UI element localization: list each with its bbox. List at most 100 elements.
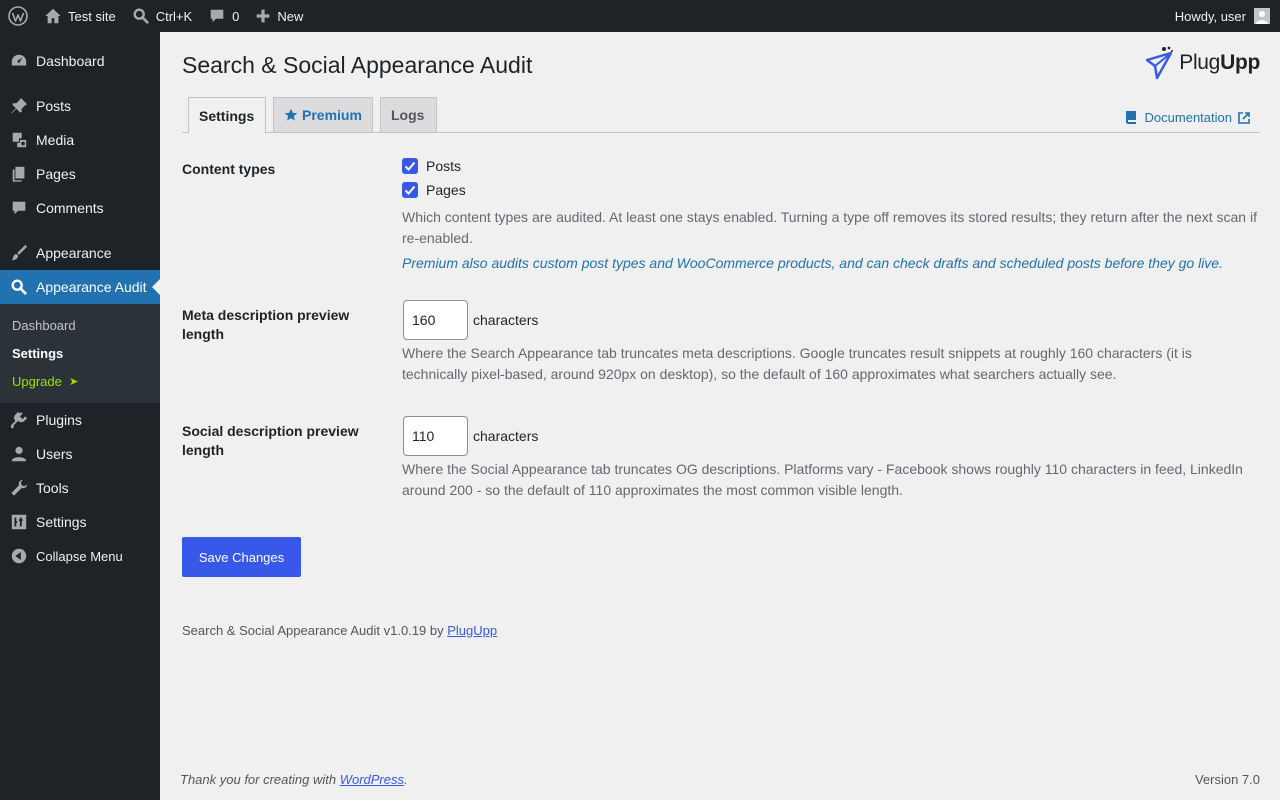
comment-icon [210,9,224,23]
checkbox-posts[interactable]: Posts [402,154,1260,178]
documentation-link[interactable]: Documentation [1125,110,1250,125]
submenu-item-upgrade[interactable]: Upgrade ➤ [0,367,160,395]
wp-footer-thanks: Thank you for creating with WordPress. [180,772,408,787]
menu-item-comments[interactable]: Comments [0,191,160,225]
plugin-footer-text: Search & Social Appearance Audit v1.0.19… [182,623,444,638]
social-length-label: Social description preview length [182,423,359,458]
comment-icon [9,198,29,218]
content-types-description: Which content types are audited. At leas… [402,209,1257,246]
menu-item-tools[interactable]: Tools [0,471,160,505]
checkbox-label: Posts [426,158,462,174]
pages-icon [9,164,29,184]
command-search[interactable]: Ctrl+K [124,0,200,32]
brand-logo: PlugUpp [1143,46,1260,80]
menu-item-users[interactable]: Users [0,437,160,471]
submenu-item-dashboard[interactable]: Dashboard [0,311,160,339]
new-label: New [277,8,304,24]
tab-premium[interactable]: Premium [273,97,373,133]
plugin-icon [9,410,29,430]
wp-version: Version 7.0 [1194,772,1260,787]
menu-label: Appearance [36,245,112,261]
greeting: Howdy, user [1174,8,1246,24]
dashboard-icon [9,51,29,71]
meta-length-unit: characters [473,312,539,328]
admin-sidebar: Dashboard Posts Media Pages Comments App… [0,32,160,800]
tab-label: Premium [302,107,362,123]
menu-item-appearance[interactable]: Appearance [0,236,160,270]
wrench-icon [9,478,29,498]
menu-item-posts[interactable]: Posts [0,89,160,123]
menu-item-media[interactable]: Media [0,123,160,157]
avatar [1254,8,1270,24]
wp-footer-text: Thank you for creating with [180,772,337,787]
menu-label: Posts [36,98,72,114]
menu-label: Plugins [36,412,82,428]
submenu-label: Upgrade [12,373,62,389]
menu-label: Settings [36,514,87,530]
media-icon [9,130,29,150]
site-name-link[interactable]: Test site [36,0,124,32]
menu-label: Dashboard [36,53,105,69]
external-link-icon [1238,111,1250,124]
pushpin-icon [9,96,29,116]
comments-count: 0 [232,8,240,24]
menu-item-settings[interactable]: Settings [0,505,160,539]
menu-label: Users [36,446,73,462]
submenu-label: Settings [12,345,64,361]
menu-label: Media [36,132,75,148]
admin-bar: Test site Ctrl+K 0 New Howdy, user [0,0,1280,32]
plugin-footer: Search & Social Appearance Audit v1.0.19… [182,623,497,638]
tab-label: Logs [391,107,425,123]
arrow-icon: ➤ [69,375,79,388]
menu-label: Appearance Audit [36,279,147,295]
paper-plane-logo-icon [1146,46,1174,80]
tab-logs[interactable]: Logs [380,97,437,133]
meta-length-description: Where the Search Appearance tab truncate… [402,345,1192,382]
social-length-input[interactable]: 110 [403,416,468,456]
tab-label: Settings [199,107,255,124]
menu-item-appearance-audit[interactable]: Appearance Audit [0,270,160,304]
checkbox-checked-icon[interactable] [402,158,418,174]
collapse-menu-button[interactable]: Collapse Menu [0,539,160,573]
site-name: Test site [68,8,116,24]
collapse-icon [9,546,29,566]
my-account[interactable]: Howdy, user [1175,8,1280,24]
brand-upp: Upp [1220,51,1260,74]
meta-length-label: Meta description preview length [182,307,350,342]
star-icon [284,108,298,121]
documentation-label: Documentation [1144,110,1232,125]
wordpress-link[interactable]: WordPress [340,772,404,787]
menu-item-plugins[interactable]: Plugins [0,403,160,437]
settings-sliders-icon [9,512,29,532]
menu-label: Pages [36,166,76,182]
paintbrush-icon [9,243,29,263]
meta-length-field: 160 characters Where the Search Appearan… [402,300,1260,385]
social-length-unit: characters [473,428,539,444]
menu-item-dashboard[interactable]: Dashboard [0,44,160,78]
new-content-link[interactable]: New [247,0,311,32]
comments-link[interactable]: 0 [200,0,247,32]
home-icon [45,8,61,24]
submenu-item-settings[interactable]: Settings [0,339,160,367]
premium-note: Premium also audits custom post types an… [402,255,1223,271]
book-icon [1125,111,1136,124]
social-length-description: Where the Social Appearance tab truncate… [402,461,1243,498]
save-changes-button[interactable]: Save Changes [182,537,301,577]
user-icon [9,444,29,464]
submenu-label: Dashboard [12,317,76,333]
wordpress-logo-icon[interactable] [0,0,36,32]
content-types-label: Content types [182,161,276,177]
menu-label: Comments [36,200,104,216]
tab-settings[interactable]: Settings [188,97,266,134]
plus-icon [257,9,270,23]
meta-length-input[interactable]: 160 [403,300,468,340]
menu-item-pages[interactable]: Pages [0,157,160,191]
search-icon [9,277,29,297]
appearance-audit-submenu: Dashboard Settings Upgrade ➤ [0,304,160,403]
page-title: Search & Social Appearance Audit [182,52,533,78]
plugupp-link[interactable]: PlugUpp [447,623,497,638]
checkbox-checked-icon[interactable] [402,182,418,198]
checkbox-pages[interactable]: Pages [402,178,1260,202]
search-icon [133,8,149,24]
collapse-label: Collapse Menu [36,548,123,564]
